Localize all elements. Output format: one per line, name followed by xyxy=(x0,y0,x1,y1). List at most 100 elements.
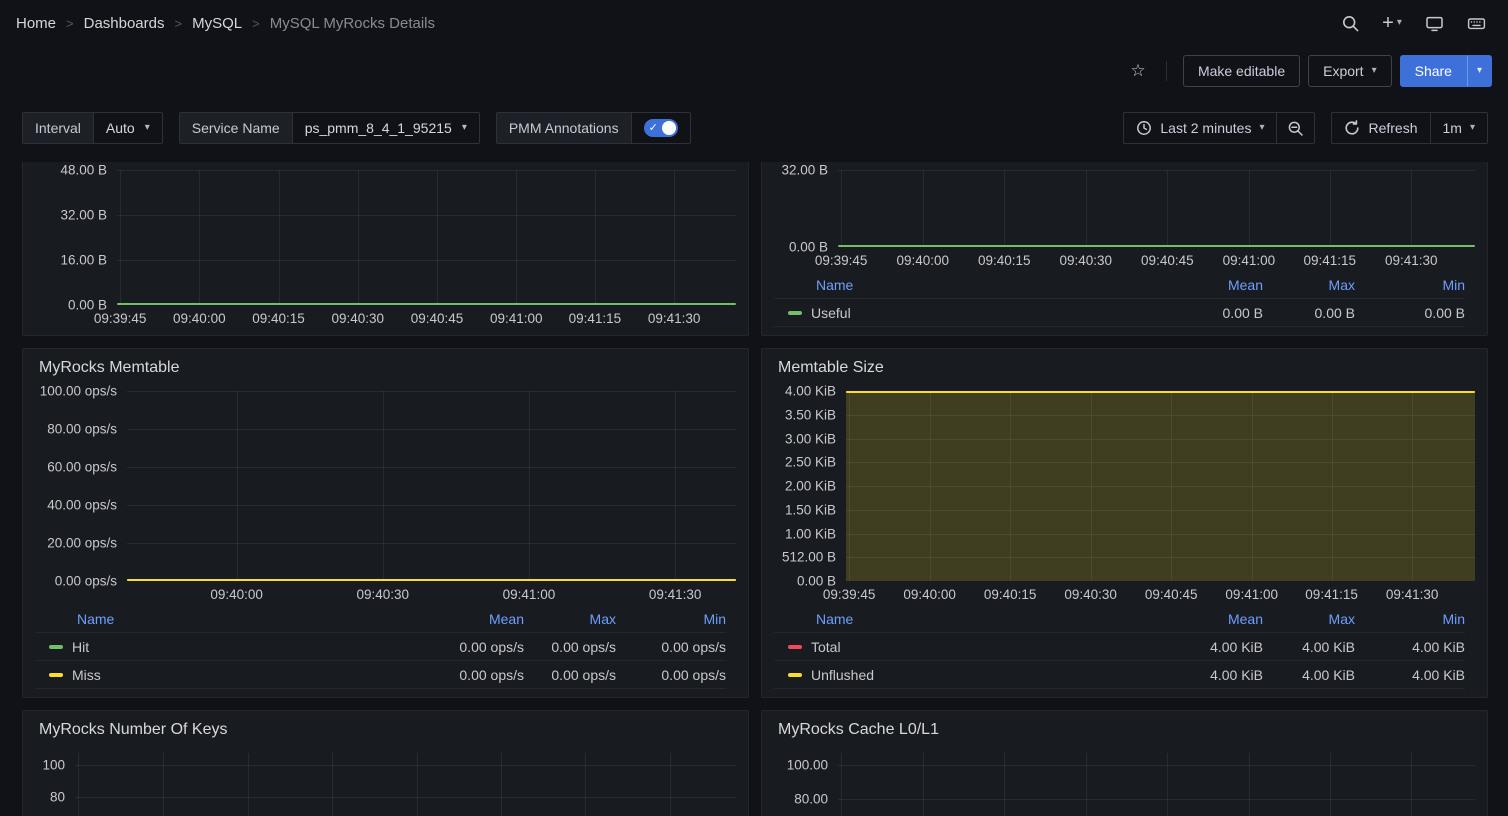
x-axis-label: 09:40:30 xyxy=(1060,253,1113,268)
breadcrumb-item[interactable]: MySQL xyxy=(192,15,242,32)
chevron-down-icon: ▾ xyxy=(1470,123,1475,133)
chart-legend: NameMeanMaxMinHit0.00 ops/s0.00 ops/s0.0… xyxy=(35,605,736,689)
legend-column-max: Max xyxy=(1263,611,1355,627)
panel-top-left-cut: 48.00 B32.00 B16.00 B0.00 B 09:39:4509:4… xyxy=(22,162,749,336)
refresh-interval-select[interactable]: 1m ▾ xyxy=(1431,112,1488,144)
x-axis-label: 09:40:15 xyxy=(978,253,1031,268)
x-axis-label: 09:41:00 xyxy=(1225,587,1278,602)
make-editable-label: Make editable xyxy=(1198,63,1285,79)
search-button[interactable] xyxy=(1334,7,1366,39)
legend-value: 4.00 KiB xyxy=(1263,667,1355,683)
monitor-icon xyxy=(1425,14,1444,33)
x-axis-label: 09:40:30 xyxy=(1064,587,1117,602)
y-axis-label: 3.50 KiB xyxy=(785,407,836,422)
chevron-down-icon: ▾ xyxy=(1477,66,1482,76)
legend-column-mean: Mean xyxy=(1153,611,1263,627)
chart-plot-area[interactable] xyxy=(838,753,1475,816)
chart-plot-area[interactable] xyxy=(75,753,736,816)
breadcrumb-item[interactable]: Home xyxy=(16,15,56,32)
share-button[interactable]: Share xyxy=(1400,55,1467,87)
x-axis-label: 09:41:15 xyxy=(1305,587,1358,602)
refresh-icon xyxy=(1344,120,1360,136)
legend-value: 0.00 ops/s xyxy=(414,639,524,655)
pmm-annotations-toggle-box: ✓ xyxy=(632,112,691,144)
chart-plot-area[interactable] xyxy=(127,391,736,581)
panel-title[interactable]: MyRocks Cache L0/L1 xyxy=(778,721,1475,739)
monitor-button[interactable] xyxy=(1418,7,1450,39)
legend-row[interactable]: Unflushed4.00 KiB4.00 KiB4.00 KiB xyxy=(774,661,1465,689)
keyboard-button[interactable] xyxy=(1460,7,1492,39)
make-editable-button[interactable]: Make editable xyxy=(1183,55,1300,87)
legend-header: NameMeanMaxMin xyxy=(35,605,726,633)
legend-column-max: Max xyxy=(1263,277,1355,293)
chevron-down-icon: ▾ xyxy=(145,123,150,133)
y-axis-label: 32.00 B xyxy=(60,208,107,223)
time-series-chart: 100.00 ops/s80.00 ops/s60.00 ops/s40.00 … xyxy=(35,391,736,603)
add-button[interactable]: + ▾ xyxy=(1376,7,1408,39)
x-axis-label: 09:40:45 xyxy=(411,311,464,326)
legend-series: Hit xyxy=(35,639,414,655)
dashboard-grid: 48.00 B32.00 B16.00 B0.00 B 09:39:4509:4… xyxy=(0,154,1508,816)
legend-row[interactable]: Useful0.00 B0.00 B0.00 B xyxy=(774,299,1465,327)
y-axis-label: 20.00 ops/s xyxy=(47,536,117,551)
x-axis-label: 09:40:00 xyxy=(210,587,263,602)
refresh-label: Refresh xyxy=(1368,120,1417,136)
chart-plot-area[interactable] xyxy=(117,170,736,305)
time-range-button[interactable]: Last 2 minutes ▾ xyxy=(1123,112,1277,144)
share-label: Share xyxy=(1415,63,1452,79)
legend-value: 0.00 ops/s xyxy=(414,667,524,683)
h-gridline xyxy=(75,797,736,798)
x-axis-label: 09:40:15 xyxy=(252,311,305,326)
panel-top-right-cut: 32.00 B0.00 B 09:39:4509:40:0009:40:1509… xyxy=(761,162,1488,336)
y-axis-label: 80.00 ops/s xyxy=(47,422,117,437)
v-gridline xyxy=(248,753,249,816)
interval-select[interactable]: Auto ▾ xyxy=(94,112,163,144)
zoom-out-icon xyxy=(1287,120,1304,137)
y-axis: 100.0080.00 xyxy=(774,753,838,816)
legend-row[interactable]: Miss0.00 ops/s0.00 ops/s0.00 ops/s xyxy=(35,661,726,689)
v-gridline xyxy=(1004,753,1005,816)
h-gridline xyxy=(127,543,736,544)
service-name-select[interactable]: ps_pmm_8_4_1_95215 ▾ xyxy=(293,112,480,144)
series-fill-unflushed xyxy=(846,391,1475,581)
legend-row[interactable]: Total4.00 KiB4.00 KiB4.00 KiB xyxy=(774,633,1465,661)
v-gridline xyxy=(332,753,333,816)
share-split-button: Share ▾ xyxy=(1400,55,1492,87)
chevron-down-icon: ▾ xyxy=(1259,123,1264,133)
chart-plot-area[interactable] xyxy=(838,170,1475,247)
v-gridline xyxy=(383,391,384,581)
legend-series-name: Miss xyxy=(72,667,101,683)
h-gridline xyxy=(838,799,1475,800)
pmm-annotations-toggle[interactable]: ✓ xyxy=(644,119,678,137)
legend-row[interactable]: Hit0.00 ops/s0.00 ops/s0.00 ops/s xyxy=(35,633,726,661)
h-gridline xyxy=(838,170,1475,171)
legend-column-max: Max xyxy=(524,611,616,627)
v-gridline xyxy=(1411,753,1412,816)
zoom-out-button[interactable] xyxy=(1277,112,1315,144)
v-gridline xyxy=(1330,170,1331,247)
chart-plot-area[interactable] xyxy=(846,391,1475,581)
chevron-down-icon: ▾ xyxy=(462,123,467,133)
top-nav: Home>Dashboards>MySQL>MySQL MyRocks Deta… xyxy=(0,0,1508,46)
export-button[interactable]: Export ▾ xyxy=(1308,55,1392,87)
refresh-controls: Refresh 1m ▾ xyxy=(1331,112,1488,144)
star-icon: ☆ xyxy=(1130,61,1145,81)
share-menu-button[interactable]: ▾ xyxy=(1467,55,1492,87)
y-axis-label: 1.50 KiB xyxy=(785,502,836,517)
h-gridline xyxy=(127,391,736,392)
y-axis: 100.00 ops/s80.00 ops/s60.00 ops/s40.00 … xyxy=(35,391,127,581)
breadcrumb-separator: > xyxy=(175,16,183,31)
x-axis-label: 09:39:45 xyxy=(94,311,147,326)
panel-title[interactable]: Memtable Size xyxy=(778,359,1475,377)
time-series-chart: 10080 xyxy=(35,753,736,816)
breadcrumb-item[interactable]: Dashboards xyxy=(84,15,165,32)
search-icon xyxy=(1341,14,1360,33)
v-gridline xyxy=(417,753,418,816)
panel-title[interactable]: MyRocks Memtable xyxy=(39,359,736,377)
legend-column-min: Min xyxy=(616,611,726,627)
v-gridline xyxy=(1086,753,1087,816)
favorite-button[interactable]: ☆ xyxy=(1122,55,1154,87)
panel-title[interactable]: MyRocks Number Of Keys xyxy=(39,721,736,739)
refresh-button[interactable]: Refresh xyxy=(1331,112,1430,144)
y-axis-label: 100.00 ops/s xyxy=(40,384,117,399)
